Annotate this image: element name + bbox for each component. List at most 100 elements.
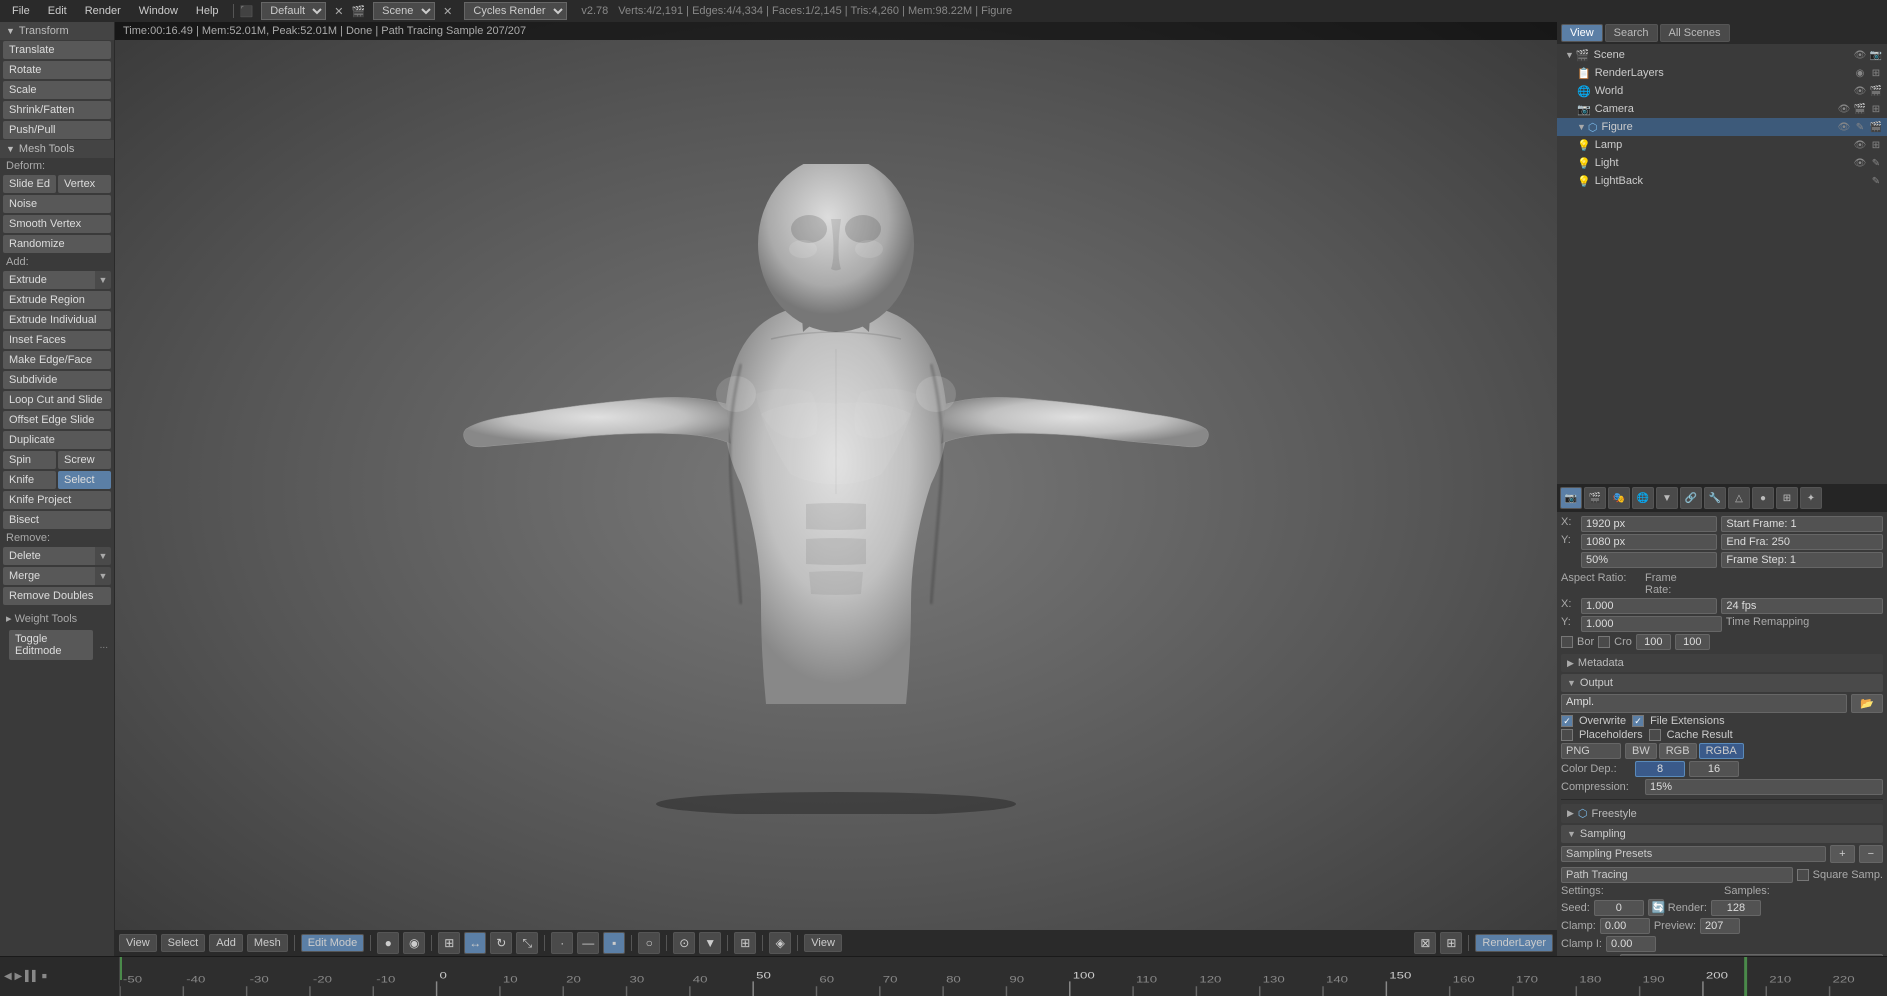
inset-faces-btn[interactable]: Inset Faces [3, 331, 111, 349]
tree-lamp[interactable]: 💡 Lamp 👁 ⊞ [1557, 136, 1887, 154]
world-eye[interactable]: 👁 [1853, 84, 1867, 98]
render-props-tab[interactable]: 🎬 [1584, 487, 1606, 509]
res-y-field[interactable]: 1080 px [1581, 534, 1717, 550]
rgb-btn[interactable]: RGB [1659, 743, 1697, 759]
extrude-individual-btn[interactable]: Extrude Individual [3, 311, 111, 329]
remove-doubles-btn[interactable]: Remove Doubles [3, 587, 111, 605]
viewport-shade-btn[interactable]: ⊞ [1440, 932, 1462, 954]
cam-eye[interactable]: 👁 [1837, 102, 1851, 116]
screw-btn[interactable]: Screw [58, 451, 111, 469]
render-engine-select[interactable]: Cycles Render [464, 2, 567, 20]
tree-camera[interactable]: 📷 Camera 👁 🎬 ⊞ [1557, 100, 1887, 118]
current-frame-marker[interactable] [120, 957, 122, 980]
world-props-tab[interactable]: 🌐 [1632, 487, 1654, 509]
all-scenes-tab[interactable]: All Scenes [1660, 24, 1730, 42]
search-tab[interactable]: Search [1605, 24, 1658, 42]
scale-manipulator-btn[interactable]: ⤡ [516, 932, 538, 954]
camera-props-tab[interactable]: 📷 [1560, 487, 1582, 509]
knife-project-btn[interactable]: Knife Project [3, 491, 111, 509]
3d-viewport[interactable] [115, 22, 1557, 956]
aspect-y-field[interactable]: 1.000 [1581, 616, 1722, 632]
scale-btn[interactable]: Scale [3, 81, 111, 99]
border-checkbox[interactable] [1561, 636, 1573, 648]
scene-cam-btn[interactable]: 📷 [1869, 48, 1883, 62]
depth-16-btn[interactable]: 16 [1689, 761, 1739, 777]
proportional-edit-btn[interactable]: ○ [638, 932, 660, 954]
smooth-vertex-btn[interactable]: Smooth Vertex [3, 215, 111, 233]
menu-render[interactable]: Render [77, 3, 129, 19]
res-x-field[interactable]: 1920 px [1581, 516, 1717, 532]
view-menu-btn[interactable]: View [119, 934, 157, 952]
scene-arrow[interactable]: ▼ [1565, 50, 1574, 60]
render-samples-field[interactable]: 128 [1711, 900, 1761, 916]
shrink-fatten-btn[interactable]: Shrink/Fatten [3, 101, 111, 119]
viewport[interactable]: Time:00:16.49 | Mem:52.01M, Peak:52.01M … [115, 22, 1557, 956]
start-frame-field[interactable]: Start Frame: 1 [1721, 516, 1883, 532]
snap-btn[interactable]: ⊙ [673, 932, 695, 954]
translate-btn[interactable]: Translate [3, 41, 111, 59]
merge-btn[interactable]: Merge [3, 567, 95, 585]
randomize-btn[interactable]: Randomize [3, 235, 111, 253]
scene-eye-btn[interactable]: 👁 [1853, 48, 1867, 62]
output-section-header[interactable]: ▼ Output [1561, 674, 1883, 692]
output-path-field[interactable]: Ampl. [1561, 694, 1847, 713]
viewport-overlay-btn[interactable]: ⊠ [1414, 932, 1436, 954]
square-samples-check[interactable] [1797, 869, 1809, 881]
spin-btn[interactable]: Spin [3, 451, 56, 469]
tree-lightback[interactable]: 💡 LightBack ✎ [1557, 172, 1887, 190]
light-cursor[interactable]: ✎ [1869, 156, 1883, 170]
push-pull-btn[interactable]: Push/Pull [3, 121, 111, 139]
overwrite-check[interactable] [1561, 715, 1573, 727]
menu-file[interactable]: File [4, 3, 38, 19]
clamp-field[interactable]: 0.00 [1600, 918, 1650, 934]
toggle-editmode-btn[interactable]: Toggle Editmode [9, 630, 93, 660]
bw-btn[interactable]: BW [1625, 743, 1657, 759]
edge-select-btn[interactable]: — [577, 932, 599, 954]
fig-eye[interactable]: 👁 [1837, 120, 1851, 134]
world-render[interactable]: 🎬 [1869, 84, 1883, 98]
preview-field[interactable]: 207 [1700, 918, 1740, 934]
placeholders-check[interactable] [1561, 729, 1573, 741]
tree-figure[interactable]: ▼ ⬡ Figure 👁 ✎ 🎬 [1557, 118, 1887, 136]
make-edge-face-btn[interactable]: Make Edge/Face [3, 351, 111, 369]
rl-icon2[interactable]: ⊞ [1869, 66, 1883, 80]
output-browse-btn[interactable]: 📂 [1851, 694, 1883, 713]
mirror-btn[interactable]: ⊞ [734, 932, 756, 954]
texture-tab[interactable]: ⊞ [1776, 487, 1798, 509]
object-props-tab[interactable]: ▼ [1656, 487, 1678, 509]
merge-arrow-btn[interactable]: ▼ [95, 567, 111, 585]
lb-cursor[interactable]: ✎ [1869, 174, 1883, 188]
delete-btn[interactable]: Delete [3, 547, 95, 565]
snap-options-btn[interactable]: ▼ [699, 932, 721, 954]
mesh-tools-section[interactable]: ▼ Mesh Tools [0, 140, 114, 158]
render-layer-btn[interactable]: RenderLayer [1475, 934, 1553, 952]
tree-scene[interactable]: ▼ 🎬 Scene 👁 📷 [1557, 46, 1887, 64]
particles-tab[interactable]: ✦ [1800, 487, 1822, 509]
rotate-btn[interactable]: Rotate [3, 61, 111, 79]
view-tab[interactable]: View [1561, 24, 1603, 42]
frame-rate-field[interactable]: 24 fps [1721, 598, 1883, 614]
figure-arrow[interactable]: ▼ [1577, 122, 1586, 132]
remap-old[interactable]: 100 [1636, 634, 1671, 650]
end-frame-field[interactable]: End Fra: 250 [1721, 534, 1883, 550]
extrude-btn[interactable]: Extrude [3, 271, 95, 289]
select-btn[interactable]: Select [58, 471, 111, 489]
modifiers-tab[interactable]: 🔧 [1704, 487, 1726, 509]
light-eye[interactable]: 👁 [1853, 156, 1867, 170]
draw-type-btn[interactable]: ● [377, 932, 399, 954]
cam-extra[interactable]: ⊞ [1869, 102, 1883, 116]
occlude-geometry-btn[interactable]: ◈ [769, 932, 791, 954]
metadata-section-header[interactable]: ▶ Metadata [1561, 654, 1883, 672]
delete-arrow-btn[interactable]: ▼ [95, 547, 111, 565]
vertex-btn[interactable]: Vertex [58, 175, 111, 193]
bisect-btn[interactable]: Bisect [3, 511, 111, 529]
clamp-indirect-field[interactable]: 0.00 [1606, 936, 1656, 952]
tree-world[interactable]: 🌐 World 👁 🎬 [1557, 82, 1887, 100]
sampling-remove-btn[interactable]: − [1859, 845, 1883, 863]
mesh-data-tab[interactable]: △ [1728, 487, 1750, 509]
res-pct-field[interactable]: 50% [1581, 552, 1717, 568]
duplicate-btn[interactable]: Duplicate [3, 431, 111, 449]
knife-btn[interactable]: Knife [3, 471, 56, 489]
depth-8-btn[interactable]: 8 [1635, 761, 1685, 777]
aspect-x-field[interactable]: 1.000 [1581, 598, 1717, 614]
